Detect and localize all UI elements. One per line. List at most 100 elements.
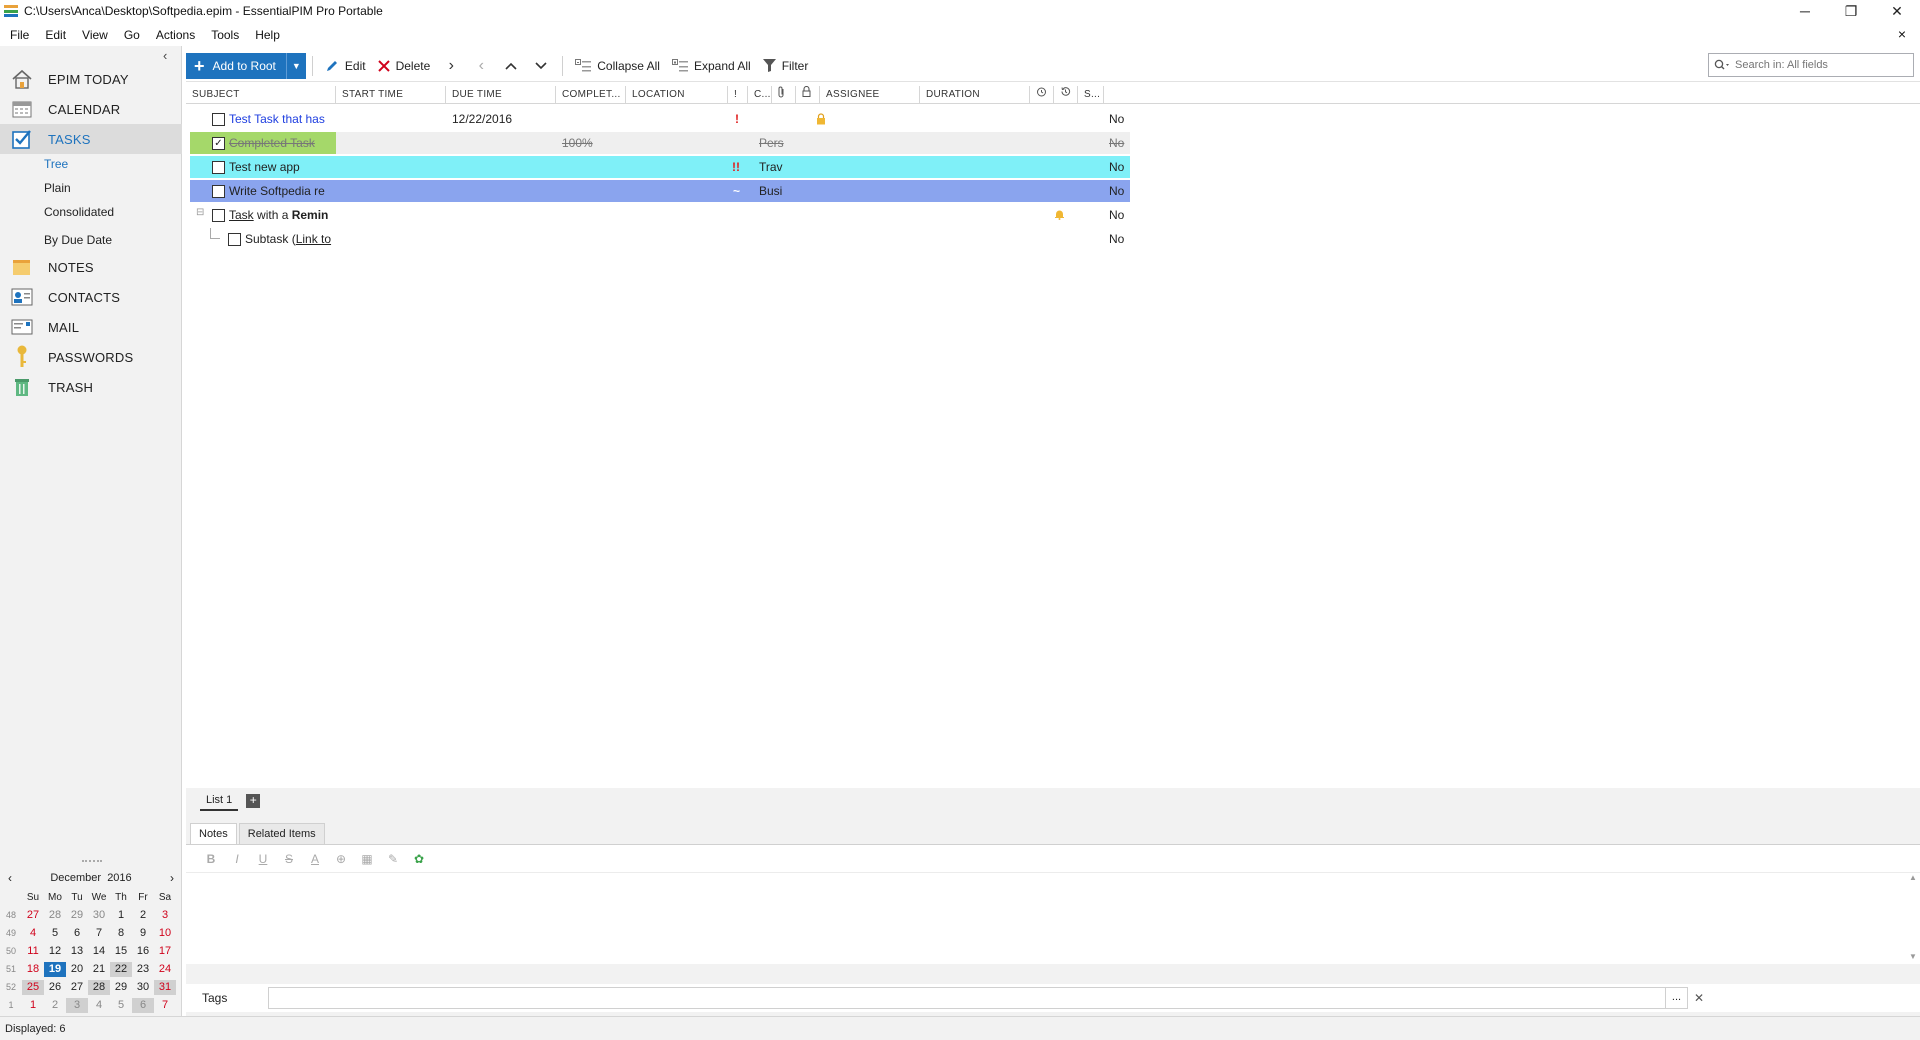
column-lock[interactable] — [796, 86, 820, 104]
scroll-up-icon[interactable]: ▲ — [1906, 873, 1920, 882]
calendar-day[interactable]: 23 — [132, 962, 154, 977]
column-subject[interactable]: SUBJECT — [186, 86, 336, 104]
column-priority[interactable]: ! — [728, 86, 748, 104]
notes-editor[interactable]: B I U S A ⊕ ▦ ✎ ✿ ▲ ▼ — [186, 844, 1920, 964]
calendar-day[interactable]: 4 — [22, 926, 44, 941]
column-assignee[interactable]: ASSIGNEE — [820, 86, 920, 104]
table-icon[interactable]: ▦ — [354, 852, 380, 866]
task-row[interactable]: Test Task that has 12/22/2016 ! No — [190, 108, 1130, 130]
sidebar-subitem-plain[interactable]: Plain — [44, 181, 71, 195]
column-complete[interactable]: COMPLET... — [556, 86, 626, 104]
task-row[interactable]: Test new app !! Trav No — [190, 156, 1130, 178]
calendar-day[interactable]: 5 — [44, 926, 66, 941]
calendar-day[interactable]: 22 — [110, 961, 132, 977]
minimize-button[interactable]: ─ — [1782, 0, 1828, 22]
calendar-day[interactable]: 8 — [110, 926, 132, 941]
attach-paperclip-icon[interactable]: ✎ — [380, 852, 406, 866]
delete-button[interactable]: Delete — [372, 53, 437, 79]
task-checkbox[interactable] — [212, 113, 225, 126]
calendar-day[interactable]: 25 — [22, 979, 44, 995]
menu-close-button[interactable]: × — [1888, 26, 1912, 42]
calendar-day[interactable]: 16 — [132, 944, 154, 959]
calendar-day[interactable]: 24 — [154, 962, 176, 977]
menu-view[interactable]: View — [72, 28, 114, 42]
column-attachment[interactable] — [772, 86, 796, 104]
calendar-day[interactable]: 1 — [110, 908, 132, 923]
column-location[interactable]: LOCATION — [626, 86, 728, 104]
calendar-day[interactable]: 21 — [88, 962, 110, 977]
calendar-day[interactable]: 10 — [154, 926, 176, 941]
scroll-down-icon[interactable]: ▼ — [1906, 952, 1920, 961]
calendar-day[interactable]: 29 — [66, 908, 88, 923]
sidebar-item-tasks[interactable]: TASKS — [0, 124, 182, 154]
sidebar-subitem-by-due-date[interactable]: By Due Date — [44, 233, 112, 247]
italic-button[interactable]: I — [224, 852, 250, 866]
strikethrough-button[interactable]: S — [276, 852, 302, 866]
calendar-next-month-button[interactable]: › — [170, 871, 174, 885]
notes-scrollbar[interactable]: ▲ ▼ — [1906, 873, 1920, 965]
sidebar-subitem-tree[interactable]: Tree — [44, 157, 68, 171]
close-button[interactable]: ✕ — [1874, 0, 1920, 22]
calendar-day[interactable]: 28 — [44, 908, 66, 923]
calendar-day[interactable]: 30 — [88, 908, 110, 923]
sidebar-item-passwords[interactable]: PASSWORDS — [0, 342, 182, 372]
search-box[interactable] — [1708, 53, 1914, 77]
calendar-day[interactable]: 4 — [88, 998, 110, 1013]
task-row[interactable]: Subtask (Link to No — [190, 228, 1130, 250]
indent-right-icon[interactable]: › — [436, 53, 466, 79]
calendar-day[interactable]: 9 — [132, 926, 154, 941]
tags-input[interactable] — [268, 987, 1666, 1009]
calendar-day[interactable]: 3 — [154, 908, 176, 923]
task-checkbox[interactable] — [212, 185, 225, 198]
menu-help[interactable]: Help — [245, 28, 286, 42]
move-down-icon[interactable] — [526, 53, 556, 79]
menu-file[interactable]: File — [0, 28, 35, 42]
menu-actions[interactable]: Actions — [146, 28, 201, 42]
calendar-day[interactable]: 1 — [22, 998, 44, 1013]
bold-button[interactable]: B — [198, 852, 224, 866]
calendar-day[interactable]: 20 — [66, 962, 88, 977]
calendar-day[interactable]: 13 — [66, 944, 88, 959]
add-list-button[interactable]: + — [246, 794, 261, 808]
tags-clear-icon[interactable]: ✕ — [1688, 991, 1710, 1005]
splitter-grip[interactable] — [82, 860, 102, 862]
menu-go[interactable]: Go — [114, 28, 146, 42]
column-start-time[interactable]: START TIME — [336, 86, 446, 104]
add-to-root-button[interactable]: + Add to Root ▼ — [186, 52, 306, 79]
calendar-day[interactable]: 2 — [44, 998, 66, 1013]
calendar-day[interactable]: 17 — [154, 944, 176, 959]
font-color-button[interactable]: A — [302, 852, 328, 866]
sidebar-item-epim-today[interactable]: EPIM TODAY — [0, 64, 182, 94]
column-duration[interactable]: DURATION — [920, 86, 1030, 104]
calendar-day[interactable]: 29 — [110, 980, 132, 995]
column-reminder[interactable] — [1030, 86, 1054, 104]
tab-list-1[interactable]: List 1 — [200, 791, 239, 811]
calendar-day[interactable]: 6 — [66, 926, 88, 941]
calendar-day[interactable]: 26 — [44, 980, 66, 995]
calendar-day[interactable]: 28 — [88, 979, 110, 995]
tags-browse-button[interactable]: ... — [1666, 987, 1688, 1009]
calendar-day[interactable]: 3 — [66, 997, 88, 1013]
menu-edit[interactable]: Edit — [35, 28, 72, 42]
task-checkbox[interactable]: ✓ — [212, 137, 225, 150]
menu-tools[interactable]: Tools — [201, 28, 245, 42]
calendar-day[interactable]: 27 — [22, 908, 44, 923]
sidebar-item-calendar[interactable]: CALENDAR — [0, 94, 182, 124]
calendar-day[interactable]: 5 — [110, 998, 132, 1013]
task-checkbox[interactable] — [212, 209, 225, 222]
tab-related-items[interactable]: Related Items — [238, 823, 325, 844]
expand-all-button[interactable]: Expand All — [666, 53, 757, 79]
task-row[interactable]: ⊟ Task with a Remin No — [190, 204, 1130, 226]
column-status[interactable]: S... — [1078, 86, 1104, 104]
task-checkbox[interactable] — [228, 233, 241, 246]
task-row[interactable]: Write Softpedia re ~ Busi No — [190, 180, 1130, 202]
calendar-day[interactable]: 15 — [110, 944, 132, 959]
edit-button[interactable]: Edit — [319, 53, 372, 79]
search-icon[interactable] — [1709, 59, 1735, 71]
insert-image-icon[interactable]: ✿ — [406, 852, 432, 866]
calendar-day[interactable]: 2 — [132, 908, 154, 923]
tree-collapse-icon[interactable]: ⊟ — [196, 207, 204, 218]
restore-button[interactable]: ❐ — [1828, 0, 1874, 22]
calendar-day[interactable]: 7 — [88, 926, 110, 941]
filter-button[interactable]: Filter — [757, 53, 815, 79]
